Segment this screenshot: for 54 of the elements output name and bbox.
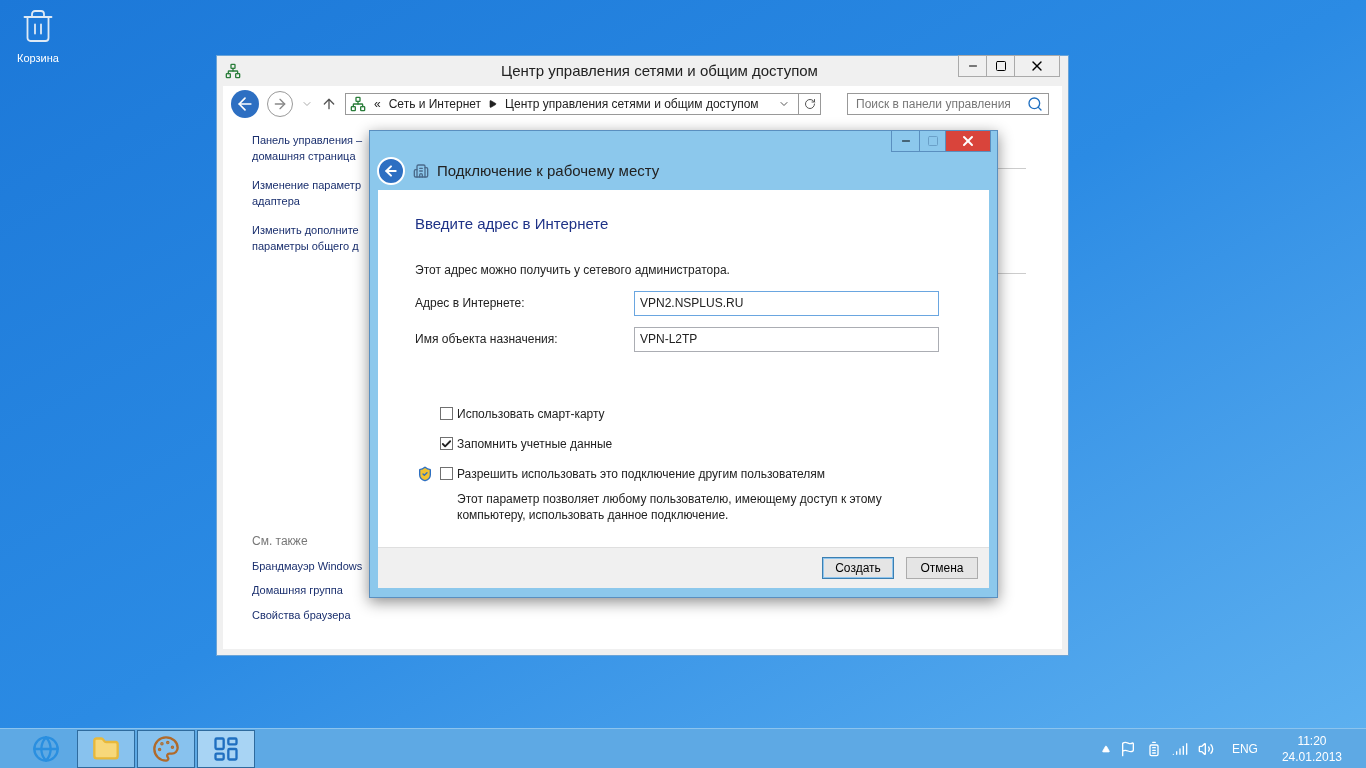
address-bar[interactable]: « Сеть и Интернет Центр управления сетями и общим доступом xyxy=(345,93,821,115)
close-button[interactable] xyxy=(946,131,990,151)
globe-icon xyxy=(32,734,60,763)
see-also-heading: См. также xyxy=(252,532,309,550)
checkbox-label[interactable]: Запомнить учетные данные xyxy=(457,434,613,453)
signal-icon[interactable] xyxy=(1171,740,1188,757)
back-button[interactable] xyxy=(377,157,405,185)
network-icon xyxy=(350,96,366,112)
search-icon xyxy=(1027,96,1043,112)
show-hidden-icons-icon[interactable] xyxy=(1101,744,1110,753)
dialog-button[interactable]: Создать xyxy=(822,557,894,579)
search-field[interactable]: Поиск в панели управления xyxy=(847,93,1049,115)
taskbar-app[interactable] xyxy=(197,729,255,768)
back-button[interactable] xyxy=(231,90,259,118)
breadcrumb[interactable]: Сеть и Интернет xyxy=(388,95,482,113)
shield-icon xyxy=(417,465,433,482)
option-description: Этот параметр позволяет любому пользователю, имеющему доступ к этому компьютеру, использовать данное подключение. xyxy=(457,490,883,523)
palette-icon xyxy=(152,734,180,763)
dashboard-icon xyxy=(212,734,240,763)
maximize-icon xyxy=(994,60,1007,72)
back-arrow-icon xyxy=(383,163,399,179)
see-also-link[interactable]: Свойства браузера xyxy=(252,606,523,623)
network-icon xyxy=(225,63,241,79)
dialog-heading: Введите адрес в Интернете xyxy=(415,214,610,234)
breadcrumb-overflow[interactable]: « xyxy=(374,95,381,113)
dialog-title: Подключение к рабочему месту xyxy=(437,160,660,181)
taskbar-app[interactable] xyxy=(137,729,195,768)
flag-icon[interactable] xyxy=(1119,740,1136,757)
hint-text: Этот адрес можно получить у сетевого администратора. xyxy=(415,261,731,279)
dialog-button[interactable]: Отмена xyxy=(906,557,978,579)
maximize-icon xyxy=(926,135,939,147)
desktop-icon-label: Корзина xyxy=(17,51,59,66)
check-icon xyxy=(441,437,452,450)
field-label: Имя объекта назначения: xyxy=(415,331,559,348)
checkbox[interactable] xyxy=(440,407,453,420)
checkbox-label[interactable]: Разрешить использовать это подключение другим пользователям xyxy=(457,464,825,483)
text-field[interactable]: VPN-L2TP xyxy=(634,326,939,352)
separator-arrow-icon[interactable] xyxy=(489,100,498,108)
breadcrumb[interactable]: Центр управления сетями и общим доступом xyxy=(505,95,759,113)
window-title: Центр управления сетями и общим доступом xyxy=(500,60,819,81)
folder-icon xyxy=(92,734,120,763)
checkbox-label[interactable]: Использовать смарт-карту xyxy=(457,404,605,423)
field-label: Адрес в Интернете: xyxy=(415,295,526,312)
forward-arrow-icon xyxy=(272,96,288,112)
clock-time: 11:20 xyxy=(1297,732,1327,749)
refresh-icon[interactable] xyxy=(803,98,816,110)
checkbox[interactable] xyxy=(440,467,453,480)
text-field[interactable]: VPN2.NSPLUS.RU xyxy=(634,290,939,316)
checkbox[interactable] xyxy=(440,437,453,450)
building-icon xyxy=(413,163,429,179)
clock-date: 24.01.2013 xyxy=(1281,748,1342,765)
volume-icon[interactable] xyxy=(1197,740,1214,757)
close-icon xyxy=(960,133,976,149)
taskbar-app[interactable] xyxy=(77,729,135,768)
